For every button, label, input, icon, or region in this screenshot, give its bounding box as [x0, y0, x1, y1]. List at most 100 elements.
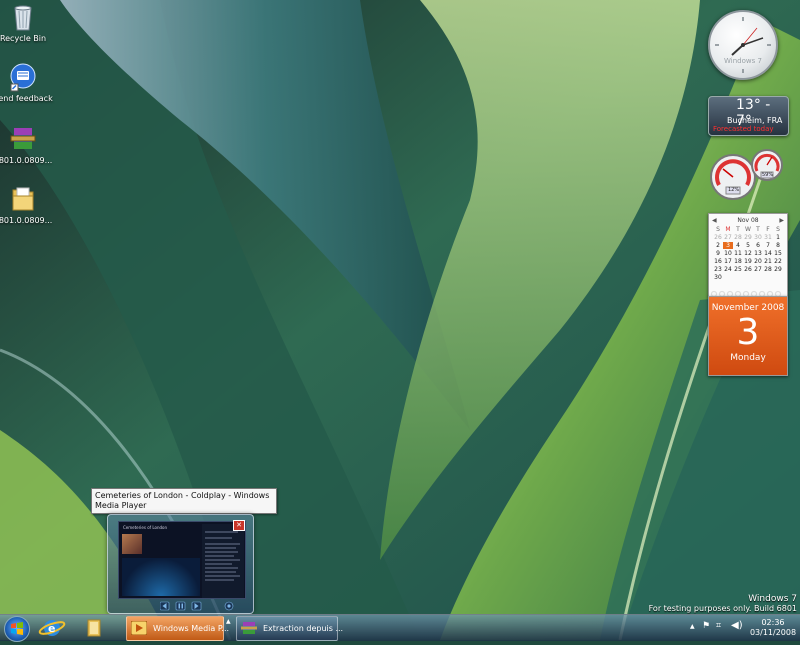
- calendar-day[interactable]: 22: [773, 258, 783, 265]
- taskbar-preview-tooltip: Cemeteries of London - Coldplay - Window…: [91, 488, 277, 514]
- calendar-day[interactable]: 7: [763, 242, 773, 249]
- next-month-icon[interactable]: ▶: [779, 217, 784, 224]
- taskbar-expand-arrow-icon[interactable]: ▲: [226, 618, 231, 625]
- weather-gadget[interactable]: 13° - 7° Bucheim, FRA Forecasted today: [708, 96, 789, 136]
- clock-face-icon: [715, 17, 771, 73]
- calendar-day[interactable]: 27: [723, 234, 733, 241]
- desktop-icon-rar-archive[interactable]: 6801.0.0809...: [0, 124, 55, 165]
- calendar-gadget[interactable]: ◀ Nov 08 ▶ S M T W T F S 26 27 28 29 30 …: [708, 213, 788, 297]
- weekday-header: F: [766, 226, 770, 233]
- calendar-page-weekday: Monday: [730, 353, 766, 363]
- tray-date: 03/11/2008: [749, 628, 797, 637]
- show-hidden-icons-icon[interactable]: ▲: [690, 623, 695, 630]
- thumbnail-track-title: Cemeteries of London: [123, 525, 168, 530]
- windows-logo-icon: [11, 622, 23, 635]
- calendar-day[interactable]: 20: [753, 258, 763, 265]
- calendar-day[interactable]: 31: [763, 234, 773, 241]
- winrar-icon: [8, 124, 38, 154]
- calendar-day[interactable]: 10: [723, 250, 733, 257]
- calendar-day[interactable]: 6: [753, 242, 763, 249]
- close-icon: ✕: [236, 521, 242, 529]
- calendar-day[interactable]: 17: [723, 258, 733, 265]
- calendar-page-day: 3: [736, 312, 760, 353]
- media-player-icon: [131, 621, 147, 635]
- calendar-day[interactable]: 30: [713, 274, 723, 281]
- calendar-day[interactable]: 28: [763, 266, 773, 273]
- calendar-day[interactable]: 8: [773, 242, 783, 249]
- feedback-icon: [8, 62, 38, 92]
- thumbnail-screen: Cemeteries of London: [118, 521, 246, 599]
- calendar-day-page[interactable]: November 2008 3 Monday: [708, 296, 788, 376]
- calendar-day[interactable]: 9: [713, 250, 723, 257]
- media-player-thumbnail[interactable]: Cemeteries of London ✕: [107, 514, 254, 614]
- calendar-day[interactable]: 5: [743, 242, 753, 249]
- calendar-day[interactable]: 1: [773, 234, 783, 241]
- calendar-day[interactable]: 13: [753, 250, 763, 257]
- calendar-day[interactable]: 15: [773, 250, 783, 257]
- calendar-day[interactable]: 4: [733, 242, 743, 249]
- calendar-day[interactable]: 24: [723, 266, 733, 273]
- calendar-day[interactable]: 18: [733, 258, 743, 265]
- thumbnail-playlist: [202, 524, 244, 598]
- calendar-day[interactable]: 26: [743, 266, 753, 273]
- weekday-header: S: [716, 226, 720, 233]
- calendar-day[interactable]: 2: [713, 242, 723, 249]
- taskbar-pin-explorer[interactable]: [78, 617, 110, 639]
- weather-location: Bucheim, FRA: [727, 116, 783, 125]
- cpu-percent: 12%: [728, 187, 740, 193]
- calendar-day[interactable]: 23: [713, 266, 723, 273]
- thumbnail-close-button[interactable]: ✕: [233, 520, 245, 531]
- desktop-icon-recycle-bin[interactable]: Recycle Bin: [0, 2, 55, 43]
- taskbar: e Windows Media P... ▲ Extraction depuis…: [0, 614, 800, 642]
- weekday-header: M: [725, 226, 731, 233]
- clock-gadget[interactable]: Windows 7: [708, 10, 778, 80]
- calendar-day[interactable]: 26: [713, 234, 723, 241]
- album-art-icon: [122, 534, 142, 554]
- taskbar-item-label: Windows Media P...: [153, 624, 230, 633]
- clock-brand-label: Windows 7: [724, 57, 762, 65]
- taskbar-item-label: Extraction depuis ...: [263, 624, 344, 633]
- cpu-meter-gadget[interactable]: 12% 59%: [709, 147, 789, 203]
- calendar-day[interactable]: 14: [763, 250, 773, 257]
- calendar-day[interactable]: 29: [773, 266, 783, 273]
- calendar-day[interactable]: 28: [733, 234, 743, 241]
- watermark-os-name: Windows 7: [748, 594, 797, 604]
- calendar-day[interactable]: 11: [733, 250, 743, 257]
- calendar-day[interactable]: 30: [753, 234, 763, 241]
- taskbar-pin-internet-explorer[interactable]: e: [36, 617, 68, 639]
- svg-text:e: e: [48, 622, 55, 635]
- system-tray: ▲ ⚑ ⌗ ◀) 02:36 03/11/2008: [686, 615, 800, 641]
- start-button[interactable]: [4, 616, 30, 642]
- weekday-header: T: [736, 226, 740, 233]
- gauge-icon: [710, 149, 783, 200]
- calendar-day[interactable]: 12: [743, 250, 753, 257]
- desktop-icon-label: Send feedback: [0, 94, 53, 103]
- calendar-day[interactable]: 16: [713, 258, 723, 265]
- build-watermark: Windows 7 For testing purposes only. Bui…: [649, 594, 797, 614]
- calendar-day[interactable]: 29: [743, 234, 753, 241]
- taskbar-item-extraction[interactable]: Extraction depuis ...: [236, 616, 343, 641]
- calendar-day[interactable]: 25: [733, 266, 743, 273]
- calendar-day-today[interactable]: 3: [723, 242, 733, 249]
- calendar-grid: S M T W T F S 26 27 28 29 30 31 1 2 3 4 …: [713, 226, 787, 281]
- tray-clock[interactable]: 02:36 03/11/2008: [746, 618, 800, 638]
- libraries-folder-icon: [87, 619, 101, 637]
- taskbar-item-media-player[interactable]: Windows Media P...: [126, 616, 229, 641]
- network-icon[interactable]: ⌗: [716, 621, 721, 631]
- volume-icon[interactable]: ◀): [731, 620, 743, 631]
- desktop-icon-folder[interactable]: 6801.0.0809...: [0, 184, 55, 225]
- calendar-day[interactable]: 21: [763, 258, 773, 265]
- weekday-header: S: [776, 226, 780, 233]
- action-center-icon[interactable]: ⚑: [702, 621, 710, 631]
- thumbnail-visualization: [122, 558, 200, 596]
- calendar-day[interactable]: 27: [753, 266, 763, 273]
- thumbnail-controls: [160, 601, 234, 611]
- winrar-icon: [241, 622, 257, 634]
- calendar-month: Nov 08: [737, 217, 759, 224]
- watermark-build: For testing purposes only. Build 6801: [648, 604, 797, 613]
- internet-explorer-icon: e: [38, 620, 66, 636]
- weekday-header: W: [745, 226, 751, 233]
- previous-month-icon[interactable]: ◀: [712, 217, 717, 224]
- desktop-icon-send-feedback[interactable]: Send feedback: [0, 62, 55, 103]
- calendar-day[interactable]: 19: [743, 258, 753, 265]
